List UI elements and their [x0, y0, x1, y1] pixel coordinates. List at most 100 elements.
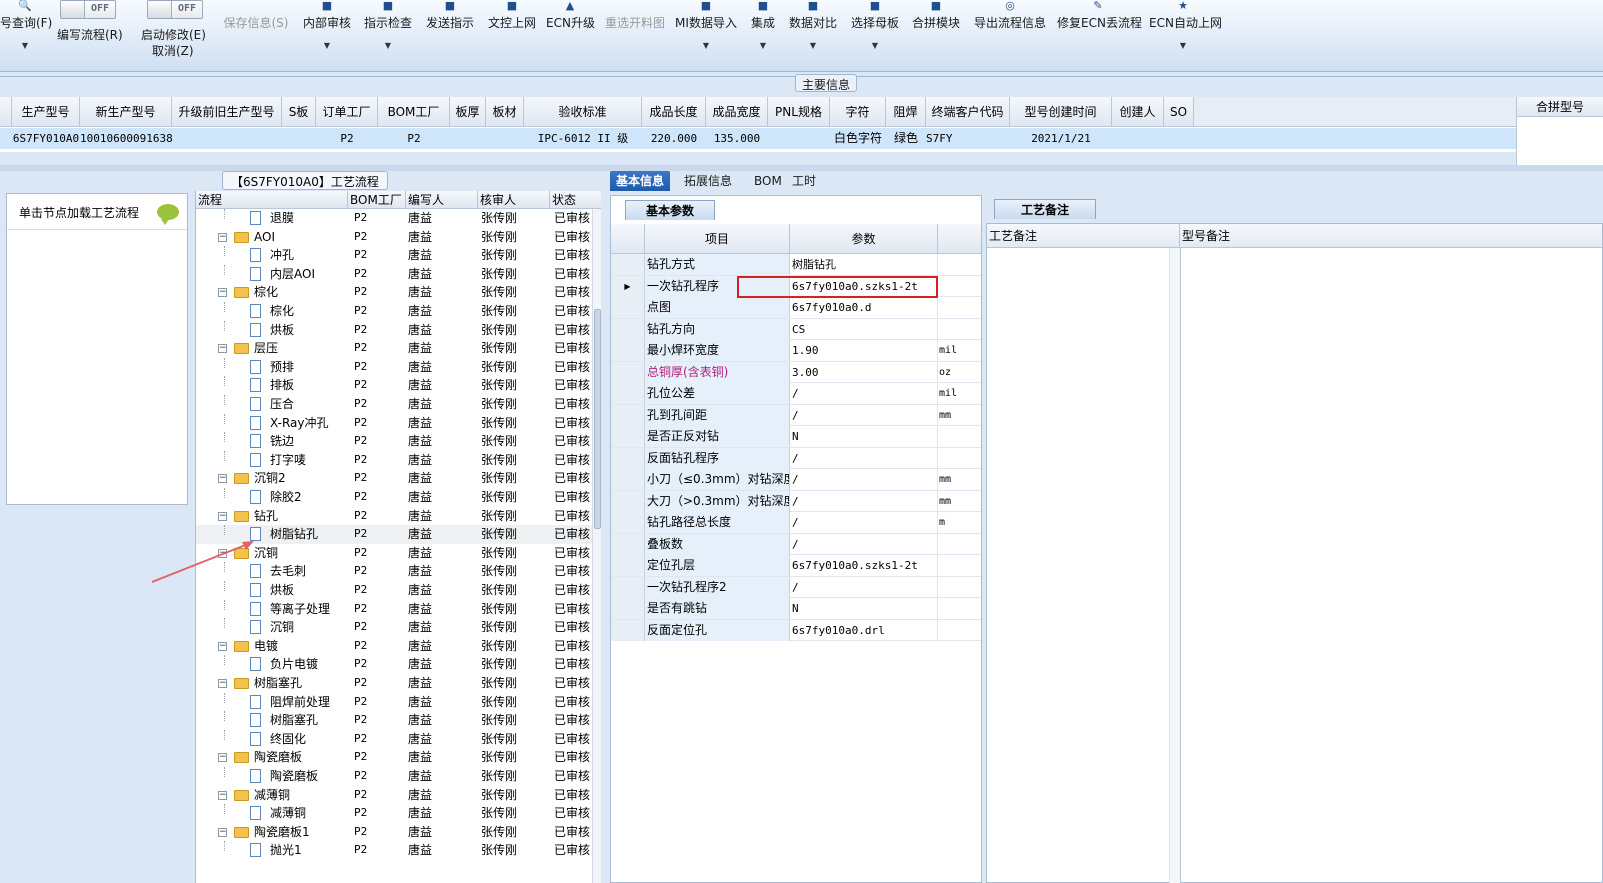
- param-value[interactable]: N: [790, 598, 938, 619]
- row-indicator[interactable]: [611, 533, 645, 555]
- tree-row[interactable]: 去毛刺 P2 唐益 张传刚 已审核: [196, 562, 592, 581]
- col-header-writer[interactable]: 编写人: [406, 191, 478, 209]
- collapse-toggle-icon[interactable]: −: [218, 288, 227, 298]
- doc-control-online-button[interactable]: ■ 文控上网: [486, 0, 538, 70]
- tree-row[interactable]: X-Ray冲孔 P2 唐益 张传刚 已审核: [196, 413, 592, 433]
- param-value[interactable]: /: [790, 447, 938, 469]
- param-value[interactable]: /: [790, 512, 938, 533]
- param-value[interactable]: 1.90: [790, 340, 938, 361]
- internal-audit-button[interactable]: ■ 内部审核 ▼: [301, 0, 353, 70]
- tree-scrollbar-thumb[interactable]: [594, 309, 601, 529]
- tree-row[interactable]: 排板 P2 唐益 张传刚 已审核: [196, 376, 592, 395]
- collapse-toggle-icon[interactable]: −: [218, 474, 227, 484]
- row-indicator[interactable]: [611, 555, 645, 576]
- param-row[interactable]: 是否有跳钻 N: [611, 598, 981, 620]
- col-header-bom-factory[interactable]: BOM工厂: [348, 191, 406, 209]
- panel-merge-module-button[interactable]: ■ 合拼模块: [911, 0, 961, 70]
- start-modify-toggle[interactable]: OFF: [147, 0, 203, 19]
- param-value[interactable]: 6s7fy010a0.drl: [790, 619, 938, 641]
- main-info-grid[interactable]: 生产型号 新生产型号 升级前旧生产型号 S板 订单工厂 BOM工厂 板厚 板材 …: [0, 97, 1516, 152]
- tree-row[interactable]: − 沉铜 P2 唐益 张传刚 已审核: [196, 544, 592, 563]
- tree-row[interactable]: 陶瓷磨板 P2 唐益 张传刚 已审核: [196, 767, 592, 786]
- tree-row[interactable]: 退膜 P2 唐益 张传刚 已审核: [196, 209, 592, 228]
- tree-row[interactable]: 树脂塞孔 P2 唐益 张传刚 已审核: [196, 711, 592, 730]
- integration-button[interactable]: ■ 集成 ▼: [747, 0, 779, 70]
- tree-row[interactable]: − 沉铜2 P2 唐益 张传刚 已审核: [196, 469, 592, 488]
- param-value[interactable]: 3.00: [790, 361, 938, 383]
- col-header[interactable]: 型号创建时间: [1010, 97, 1112, 127]
- mi-import-button[interactable]: ■ MI数据导入 ▼: [675, 0, 737, 70]
- tree-row[interactable]: 负片电镀 P2 唐益 张传刚 已审核: [196, 655, 592, 674]
- remarks-scrollbar[interactable]: [1169, 248, 1180, 883]
- tree-row[interactable]: 打字唛 P2 唐益 张传刚 已审核: [196, 450, 592, 470]
- tree-row[interactable]: 终固化 P2 唐益 张传刚 已审核: [196, 729, 592, 749]
- col-header[interactable]: 订单工厂: [316, 97, 378, 127]
- chat-bubble-icon[interactable]: [157, 204, 179, 225]
- col-header[interactable]: 阻焊: [886, 97, 926, 127]
- row-indicator[interactable]: [611, 297, 645, 318]
- row-indicator[interactable]: [611, 447, 645, 469]
- param-value[interactable]: /: [790, 533, 938, 555]
- row-indicator[interactable]: [611, 383, 645, 404]
- param-row[interactable]: 钻孔方式 树脂钻孔: [611, 254, 981, 276]
- param-value[interactable]: 树脂钻孔: [790, 254, 938, 275]
- col-header[interactable]: 成品长度: [642, 97, 706, 127]
- param-value[interactable]: 6s7fy010a0.szks1-2t: [790, 555, 938, 576]
- param-row[interactable]: 反面定位孔 6s7fy010a0.drl: [611, 619, 981, 641]
- cancel-button[interactable]: 取消(Z): [152, 42, 194, 59]
- tree-row[interactable]: − 钻孔 P2 唐益 张传刚 已审核: [196, 507, 592, 526]
- tab-basic-info[interactable]: 基本信息: [610, 171, 671, 191]
- param-row[interactable]: 钻孔路径总长度 / m: [611, 512, 981, 534]
- param-value[interactable]: /: [790, 576, 938, 598]
- tree-row[interactable]: 树脂钻孔 P2 唐益 张传刚 已审核: [196, 525, 592, 544]
- tree-row[interactable]: 预排 P2 唐益 张传刚 已审核: [196, 357, 592, 377]
- param-row[interactable]: 最小焊环宽度 1.90 mil: [611, 340, 981, 362]
- param-row[interactable]: 总铜厚(含表铜) 3.00 oz: [611, 361, 981, 383]
- collapse-toggle-icon[interactable]: −: [218, 790, 227, 800]
- col-header[interactable]: 创建人: [1112, 97, 1164, 127]
- data-compare-button[interactable]: ■ 数据对比 ▼: [787, 0, 839, 70]
- param-row[interactable]: 孔到孔间距 / mm: [611, 404, 981, 426]
- collapse-toggle-icon[interactable]: −: [218, 827, 227, 837]
- tree-row[interactable]: 内层AOI P2 唐益 张传刚 已审核: [196, 264, 592, 284]
- param-row[interactable]: 反面钻孔程序 /: [611, 447, 981, 469]
- tab-bom[interactable]: BOM: [748, 171, 788, 191]
- col-header[interactable]: 生产型号: [12, 97, 80, 127]
- row-indicator[interactable]: [611, 576, 645, 598]
- tree-scrollbar[interactable]: [592, 209, 601, 883]
- row-indicator[interactable]: [611, 512, 645, 533]
- tree-row[interactable]: − 树脂塞孔 P2 唐益 张传刚 已审核: [196, 674, 592, 693]
- row-indicator[interactable]: [611, 361, 645, 383]
- select-motherboard-button[interactable]: ■ 选择母板 ▼: [849, 0, 901, 70]
- col-header[interactable]: 新生产型号: [80, 97, 172, 127]
- param-value[interactable]: 6s7fy010a0.d: [790, 297, 938, 318]
- tree-row[interactable]: 阻焊前处理 P2 唐益 张传刚 已审核: [196, 692, 592, 712]
- params-grid[interactable]: 项目 参数 钻孔方式 树脂钻孔 ▶ 一次钻孔程序 6s7fy010a0.szks1-2t…: [611, 224, 981, 648]
- col-header-flow[interactable]: 流程: [196, 191, 348, 209]
- row-indicator[interactable]: [611, 619, 645, 641]
- tree-row[interactable]: 压合 P2 唐益 张传刚 已审核: [196, 395, 592, 414]
- fix-ecn-lost-flow-button[interactable]: ✎ 修复ECN丢流程: [1057, 0, 1142, 70]
- row-indicator[interactable]: [611, 340, 645, 361]
- tree-row[interactable]: 减薄铜 P2 唐益 张传刚 已审核: [196, 804, 592, 823]
- collapse-toggle-icon[interactable]: −: [218, 641, 227, 651]
- col-header-process-remarks[interactable]: 工艺备注: [987, 224, 1180, 248]
- tree-row[interactable]: − 陶瓷磨板 P2 唐益 张传刚 已审核: [196, 748, 592, 767]
- tree-row[interactable]: − 陶瓷磨板1 P2 唐益 张传刚 已审核: [196, 823, 592, 842]
- collapse-toggle-icon[interactable]: −: [218, 679, 227, 688]
- tree-row[interactable]: − 层压 P2 唐益 张传刚 已审核: [196, 339, 592, 358]
- tree-row[interactable]: − 电镀 P2 唐益 张传刚 已审核: [196, 637, 592, 656]
- ecn-upgrade-button[interactable]: ▲ ECN升级: [546, 0, 595, 70]
- col-header[interactable]: 成品宽度: [706, 97, 768, 127]
- param-row[interactable]: 叠板数 /: [611, 533, 981, 555]
- param-row[interactable]: 大刀（>0.3mm）对钻深度 / mm: [611, 490, 981, 512]
- tree-row[interactable]: 抛光1 P2 唐益 张传刚 已审核: [196, 841, 592, 860]
- send-instruction-button[interactable]: ■ 发送指示: [424, 0, 476, 70]
- row-indicator[interactable]: [611, 318, 645, 340]
- col-header[interactable]: 终端客户代码: [926, 97, 1010, 127]
- col-header[interactable]: 升级前旧生产型号: [172, 97, 282, 127]
- collapse-toggle-icon[interactable]: −: [218, 548, 227, 558]
- col-header[interactable]: 板厚: [450, 97, 486, 127]
- col-header[interactable]: SO: [1164, 97, 1194, 127]
- row-indicator[interactable]: ▶: [611, 275, 645, 297]
